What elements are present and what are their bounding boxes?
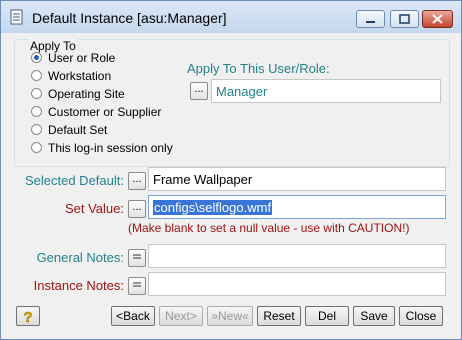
radio-workstation[interactable]: Workstation: [31, 68, 111, 83]
radio-indicator[interactable]: [31, 70, 42, 81]
close-icon: [432, 14, 443, 24]
radio-operating-site[interactable]: Operating Site: [31, 86, 125, 101]
delete-button[interactable]: Del: [305, 306, 349, 326]
next-button[interactable]: Next>: [159, 306, 203, 326]
radio-user-or-role[interactable]: User or Role: [31, 50, 115, 65]
radio-label: This log-in session only: [48, 140, 173, 155]
apply-to-user-role-label: Apply To This User/Role:: [187, 61, 330, 76]
radio-label: User or Role: [48, 50, 116, 65]
set-value-field[interactable]: configs\selflogo.wmf: [148, 195, 446, 219]
radio-label: Operating Site: [48, 86, 125, 101]
selected-default-label: Selected Default:: [24, 173, 124, 188]
radio-indicator[interactable]: [31, 142, 42, 153]
null-value-warning: (Make blank to set a null value - use wi…: [128, 221, 410, 235]
maximize-icon: [399, 14, 410, 24]
browse-default-button[interactable]: ...: [128, 172, 146, 190]
close-button[interactable]: Close: [399, 306, 443, 326]
browse-value-button[interactable]: ...: [128, 200, 146, 218]
close-window-button[interactable]: [422, 10, 453, 28]
title-bar: Default Instance [asu:Manager]: [1, 1, 461, 33]
apply-to-group: Apply To User or Role Workstation Operat…: [14, 39, 450, 167]
radio-label: Customer or Supplier: [48, 104, 162, 119]
default-instance-window: Default Instance [asu:Manager] Apply To …: [0, 0, 462, 340]
general-notes-label: General Notes:: [36, 250, 124, 265]
set-value-text: configs\selflogo.wmf: [153, 200, 273, 215]
reset-button[interactable]: Reset: [257, 306, 301, 326]
help-button[interactable]: ?: [16, 306, 40, 326]
radio-customer-or-supplier[interactable]: Customer or Supplier: [31, 104, 161, 119]
new-button[interactable]: »New«: [207, 306, 253, 326]
user-role-field[interactable]: Manager: [211, 79, 441, 103]
dialog-body: Apply To User or Role Workstation Operat…: [6, 31, 456, 334]
help-icon: ?: [23, 309, 33, 327]
window-title: Default Instance [asu:Manager]: [32, 10, 227, 26]
radio-indicator[interactable]: [31, 88, 42, 99]
maximize-button[interactable]: [390, 10, 419, 28]
radio-login-session-only[interactable]: This log-in session only: [31, 140, 173, 155]
minimize-icon: [366, 21, 375, 23]
selected-default-field[interactable]: Frame Wallpaper: [148, 167, 446, 191]
radio-indicator[interactable]: [31, 52, 42, 63]
general-notes-button[interactable]: [128, 249, 146, 267]
radio-label: Workstation: [48, 68, 112, 83]
instance-notes-button[interactable]: [128, 277, 146, 295]
radio-indicator[interactable]: [31, 124, 42, 135]
minimize-button[interactable]: [356, 10, 385, 28]
back-button[interactable]: <Back: [111, 306, 155, 326]
radio-default-set[interactable]: Default Set: [31, 122, 107, 137]
svg-text:?: ?: [23, 309, 32, 325]
browse-user-role-button[interactable]: ...: [190, 82, 208, 100]
notes-icon: [133, 254, 141, 259]
radio-indicator[interactable]: [31, 106, 42, 117]
radio-label: Default Set: [48, 122, 108, 137]
instance-notes-field[interactable]: [148, 272, 446, 296]
document-icon: [10, 9, 23, 25]
general-notes-field[interactable]: [148, 244, 446, 268]
set-value-label: Set Value:: [64, 201, 124, 216]
notes-icon: [133, 282, 141, 287]
instance-notes-label: Instance Notes:: [33, 278, 124, 293]
save-button[interactable]: Save: [353, 306, 395, 326]
